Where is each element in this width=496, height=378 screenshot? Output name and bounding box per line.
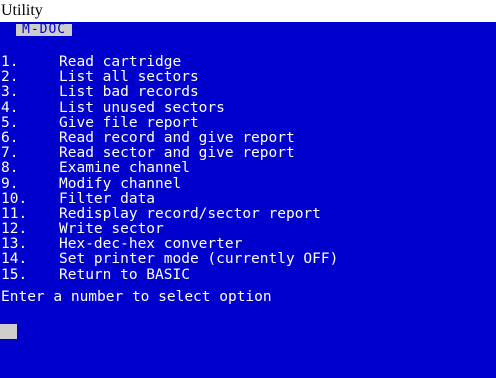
menu-item-label: Give file report xyxy=(59,114,199,131)
menu-item-number: 12. xyxy=(1,221,28,238)
menu-item-number: 6. xyxy=(1,129,19,146)
selection-prompt: Enter a number to select option xyxy=(1,289,272,305)
menu-item-number: 3. xyxy=(1,84,19,101)
menu-item-write-sector[interactable]: 12. Write sector xyxy=(0,221,496,238)
menu-item-filter-data[interactable]: 10. Filter data xyxy=(0,190,496,207)
menu-item-list-bad-records[interactable]: 3. List bad records xyxy=(0,85,496,100)
menu-item-label: Modify channel xyxy=(59,175,182,192)
terminal-screen[interactable]: M-DOC 1. Read cartridge 2. List all sect… xyxy=(0,22,496,378)
menu-item-label: List unused sectors xyxy=(59,99,225,116)
menu-item-read-cartridge[interactable]: 1. Read cartridge xyxy=(0,54,496,70)
menu-item-number: 1. xyxy=(1,54,19,70)
menu-item-label: List bad records xyxy=(59,84,199,101)
window-caption: Utility xyxy=(1,2,43,19)
menu-item-number: 10. xyxy=(1,190,28,207)
menu-item-label: List all sectors xyxy=(59,69,199,86)
menu-item-hex-dec-converter[interactable]: 13. Hex-dec-hex converter xyxy=(0,237,496,252)
menu-item-number: 15. xyxy=(1,266,28,283)
program-title: M-DOC xyxy=(16,23,73,36)
menu-item-number: 8. xyxy=(1,160,19,177)
menu-item-read-sector-report[interactable]: 7. Read sector and give report xyxy=(0,145,496,162)
menu-item-return-to-basic[interactable]: 15. Return to BASIC xyxy=(0,266,496,283)
menu-item-number: 7. xyxy=(1,145,19,162)
menu-item-redisplay-report[interactable]: 11. Redisplay record/sector report xyxy=(0,205,496,222)
menu-item-number: 2. xyxy=(1,69,19,86)
menu-item-modify-channel[interactable]: 9. Modify channel xyxy=(0,175,496,192)
menu-item-examine-channel[interactable]: 8. Examine channel xyxy=(0,161,496,176)
menu-item-label: Filter data xyxy=(59,190,156,207)
menu-item-label: Return to BASIC xyxy=(59,266,190,283)
main-menu: 1. Read cartridge 2. List all sectors 3.… xyxy=(0,54,496,283)
menu-item-number: 4. xyxy=(1,99,19,116)
menu-item-label: Examine channel xyxy=(59,160,190,177)
menu-item-printer-mode[interactable]: 14. Set printer mode (currently OFF) xyxy=(0,252,496,267)
menu-item-label: Read sector and give report xyxy=(59,145,295,162)
menu-item-label: Read cartridge xyxy=(59,54,182,70)
menu-item-number: 14. xyxy=(1,251,28,268)
menu-item-number: 13. xyxy=(1,236,28,253)
menu-item-number: 5. xyxy=(1,114,19,131)
menu-item-number: 9. xyxy=(1,175,19,192)
input-cursor[interactable] xyxy=(0,324,17,339)
menu-item-read-record-report[interactable]: 6. Read record and give report xyxy=(0,129,496,146)
menu-item-label: Write sector xyxy=(59,221,164,238)
menu-item-label: Set printer mode (currently OFF) xyxy=(59,251,339,268)
menu-item-list-all-sectors[interactable]: 2. List all sectors xyxy=(0,69,496,86)
menu-item-label: Redisplay record/sector report xyxy=(59,205,321,222)
menu-item-give-file-report[interactable]: 5. Give file report xyxy=(0,114,496,131)
menu-item-label: Read record and give report xyxy=(59,129,295,146)
menu-item-label: Hex-dec-hex converter xyxy=(59,236,243,253)
menu-item-list-unused-sectors[interactable]: 4. List unused sectors xyxy=(0,99,496,116)
menu-item-number: 11. xyxy=(1,205,28,222)
